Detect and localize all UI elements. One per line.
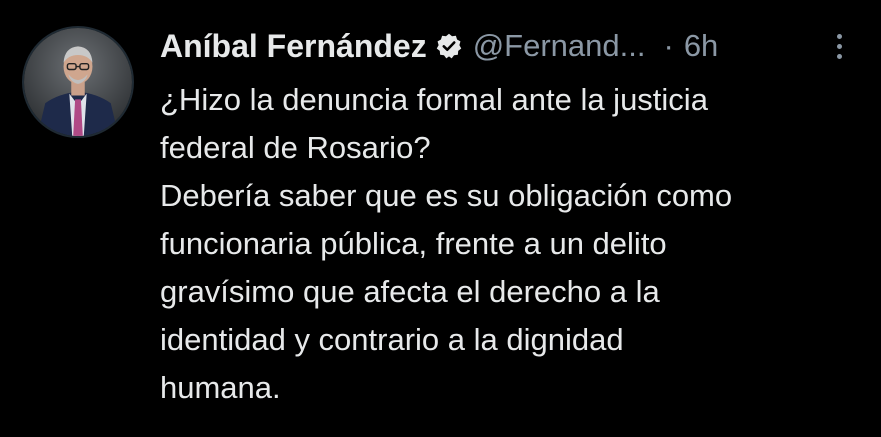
- tweet-text-line: Debería saber que es su obligación como: [160, 178, 733, 213]
- author-handle[interactable]: @Fernand...: [473, 28, 646, 64]
- more-dot: [836, 53, 842, 59]
- verified-badge-icon: [435, 32, 463, 60]
- more-dot: [836, 43, 842, 49]
- more-options-icon[interactable]: [827, 28, 851, 64]
- tweet-header: Aníbal Fernández @Fernand... · 6h: [160, 22, 851, 70]
- tweet[interactable]: Aníbal Fernández @Fernand... · 6h ¿Hizo …: [0, 0, 881, 437]
- tweet-text-line: ¿Hizo la denuncia formal ante la justici…: [160, 82, 708, 117]
- tweet-timestamp[interactable]: 6h: [684, 28, 718, 64]
- tweet-text-line: humana.: [160, 370, 281, 405]
- avatar-image: [24, 28, 132, 136]
- tweet-text-line: gravísimo que afecta el derecho a la: [160, 274, 660, 309]
- more-dot: [836, 33, 842, 39]
- tweet-text-line: federal de Rosario?: [160, 130, 431, 165]
- avatar[interactable]: [22, 26, 134, 138]
- tweet-text-line: identidad y contrario a la dignidad: [160, 322, 624, 357]
- tweet-text: ¿Hizo la denuncia formal ante la justici…: [160, 76, 860, 412]
- author-name[interactable]: Aníbal Fernández: [160, 28, 427, 65]
- separator-dot: ·: [663, 28, 674, 63]
- tweet-text-line: funcionaria pública, frente a un delito: [160, 226, 667, 261]
